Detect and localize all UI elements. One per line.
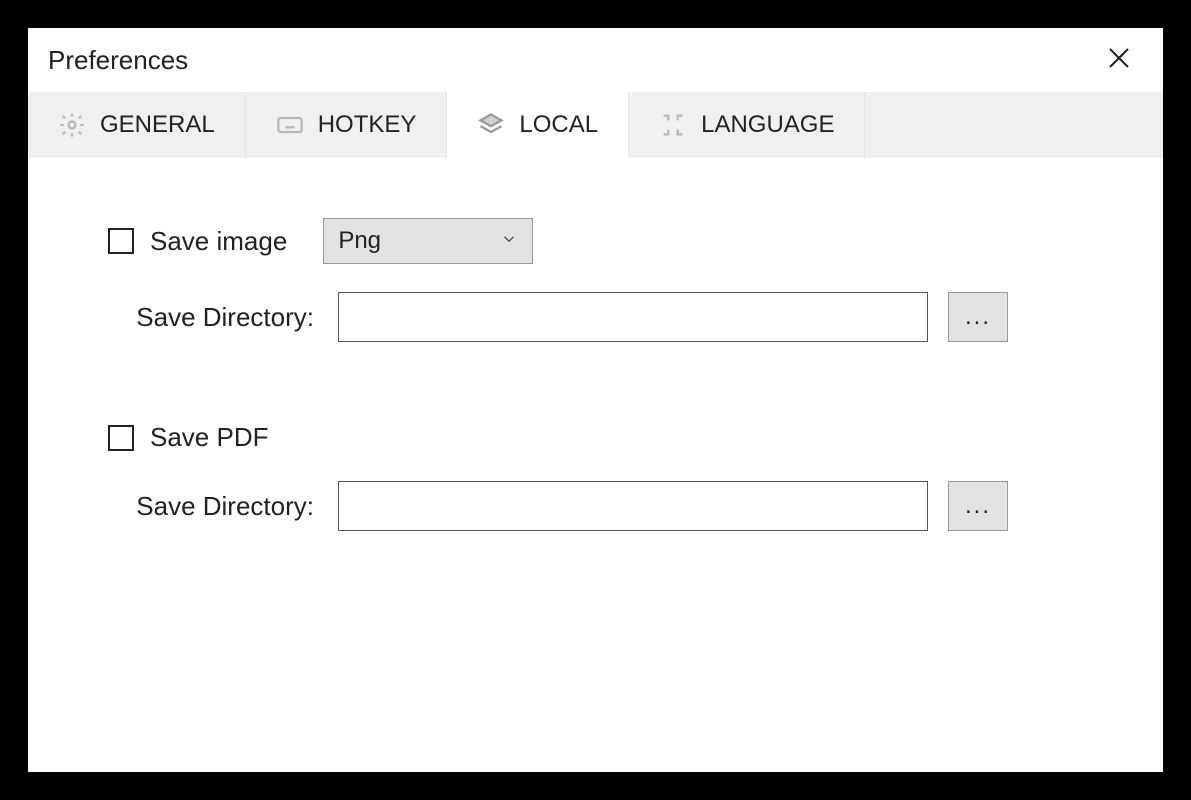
save-image-browse-button[interactable]: ... xyxy=(948,292,1008,342)
tab-general[interactable]: GENERAL xyxy=(28,92,246,158)
tab-language-label: LANGUAGE xyxy=(701,111,834,139)
chevron-down-icon xyxy=(500,227,518,255)
tab-general-label: GENERAL xyxy=(100,111,215,139)
tab-strip: GENERAL HOTKEY xyxy=(28,92,1163,158)
tab-local-label: LOCAL xyxy=(519,111,598,139)
crop-icon xyxy=(659,111,687,139)
gear-icon xyxy=(58,111,86,139)
titlebar: Preferences xyxy=(28,28,1163,92)
tab-filler xyxy=(865,92,1163,158)
layers-icon xyxy=(477,111,505,139)
save-pdf-label: Save PDF xyxy=(150,422,269,453)
save-image-checkbox[interactable] xyxy=(108,228,134,254)
preferences-window: Preferences GENERAL xyxy=(28,28,1163,772)
image-format-value: Png xyxy=(338,227,381,255)
window-title: Preferences xyxy=(48,45,188,76)
save-image-group: Save image Png Save Directory: ... xyxy=(108,218,1083,342)
close-icon xyxy=(1107,46,1131,75)
save-pdf-directory-input[interactable] xyxy=(338,481,928,531)
tab-local[interactable]: LOCAL xyxy=(447,92,629,158)
tab-hotkey-label: HOTKEY xyxy=(318,111,417,139)
image-format-select[interactable]: Png xyxy=(323,218,533,264)
save-pdf-directory-label: Save Directory: xyxy=(108,491,338,522)
close-button[interactable] xyxy=(1099,40,1139,80)
tab-hotkey[interactable]: HOTKEY xyxy=(246,92,448,158)
save-image-directory-input[interactable] xyxy=(338,292,928,342)
keyboard-icon xyxy=(276,111,304,139)
save-pdf-group: Save PDF Save Directory: ... xyxy=(108,422,1083,531)
save-pdf-checkbox[interactable] xyxy=(108,425,134,451)
tab-language[interactable]: LANGUAGE xyxy=(629,92,865,158)
save-image-directory-label: Save Directory: xyxy=(108,302,338,333)
save-pdf-browse-button[interactable]: ... xyxy=(948,481,1008,531)
tab-content-local: Save image Png Save Directory: ... xyxy=(28,158,1163,772)
save-image-label: Save image xyxy=(150,226,287,257)
